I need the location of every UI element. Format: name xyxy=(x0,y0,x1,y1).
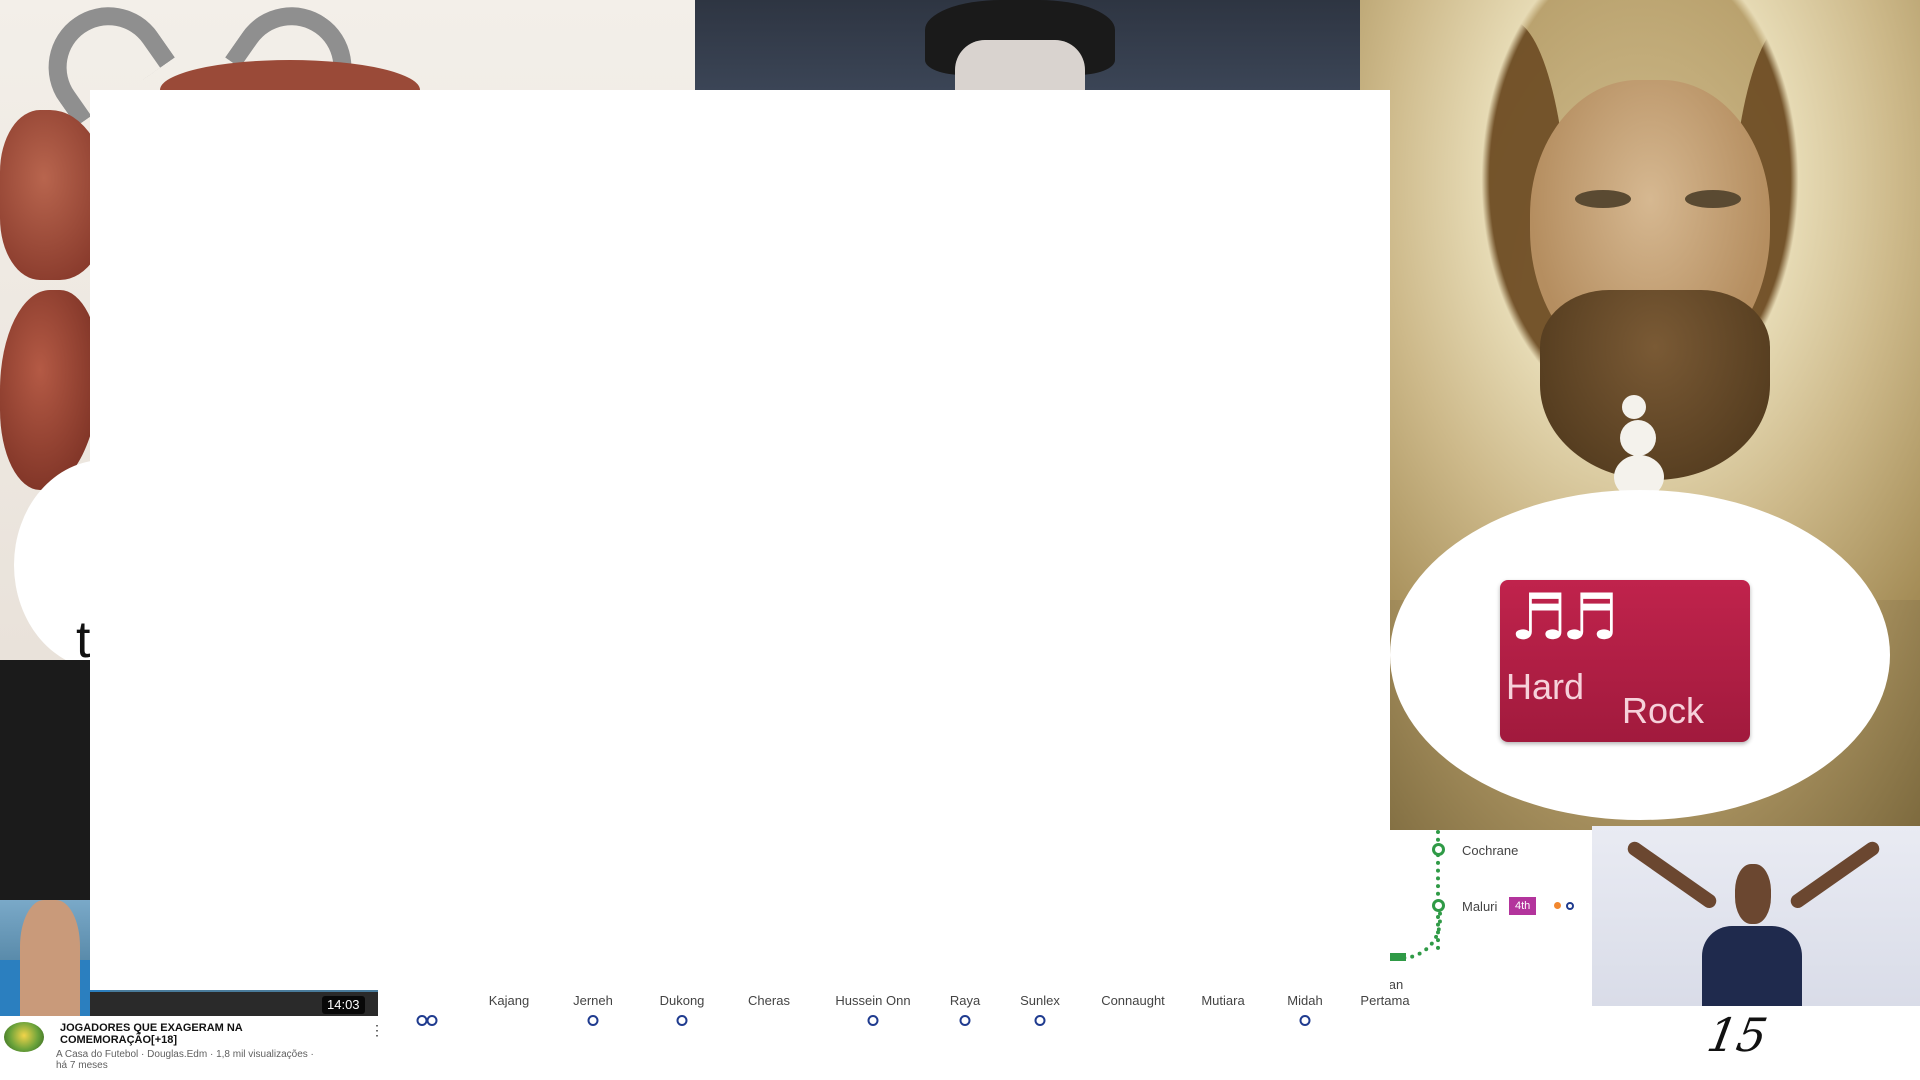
dark-image-strip xyxy=(0,660,90,900)
station-dot xyxy=(959,1015,971,1026)
station-dot-maluri xyxy=(1432,899,1445,912)
station-dot xyxy=(1299,1015,1311,1026)
video-duration-badge: 14:03 xyxy=(322,996,365,1014)
thought-bubble-dot xyxy=(1622,395,1646,419)
blank-white-panel xyxy=(90,90,1390,990)
station-dot xyxy=(867,1015,879,1026)
station-dot xyxy=(587,1015,599,1026)
music-notes-icon: ♬♬ xyxy=(1510,581,1619,655)
hard-rock-word-hard: Hard xyxy=(1506,666,1585,707)
arm-right xyxy=(1787,839,1883,911)
portrait-face xyxy=(955,40,1085,90)
hard-rock-word-rock: Rock xyxy=(1622,690,1705,731)
station-label: Sunlex xyxy=(1020,993,1060,1008)
video-title[interactable]: JOGADORES QUE EXAGERAM NA COMEMORAÇÃO[+1… xyxy=(60,1022,330,1046)
station-label-cochrane: Cochrane xyxy=(1462,843,1519,858)
interchange-dot-blue xyxy=(1566,902,1574,910)
interchange-badge: 4th xyxy=(1509,897,1537,915)
station-dot xyxy=(1034,1015,1046,1026)
eye-right xyxy=(1685,190,1741,208)
head xyxy=(1735,864,1771,924)
eye-left xyxy=(1575,190,1631,208)
bull-fur xyxy=(0,290,100,490)
station-label: Raya xyxy=(949,993,981,1008)
station-label: Mutiara xyxy=(1201,993,1245,1008)
footballer-image-tile xyxy=(1592,826,1920,1006)
station-label-partial: an xyxy=(1388,977,1404,992)
video-meta: A Casa do Futebol · Douglas.Edm · 1,8 mi… xyxy=(56,1049,314,1071)
portrait-image-tile xyxy=(695,0,1360,90)
player-figure xyxy=(20,900,80,1016)
station-dot xyxy=(676,1015,688,1026)
channel-avatar[interactable] xyxy=(4,1022,44,1052)
station-label: Dukong xyxy=(659,993,705,1008)
arm-left xyxy=(1624,839,1720,911)
station-label: Connaught xyxy=(1101,993,1165,1008)
station-label: Midah xyxy=(1287,993,1323,1008)
interchange-dot-orange xyxy=(1554,902,1561,909)
station-label: Hussein Onn xyxy=(835,993,911,1008)
station-label: Jerneh xyxy=(573,993,613,1008)
station-dot xyxy=(426,1015,438,1026)
speech-bubble-text: t xyxy=(76,611,91,660)
station-label: Cheras xyxy=(748,993,790,1008)
thought-bubble-dot xyxy=(1620,420,1656,456)
green-transit-line-end xyxy=(1390,953,1406,961)
jersey xyxy=(1702,926,1802,1006)
handwritten-number: 15 xyxy=(1703,1008,1772,1062)
station-label-maluri: Maluri xyxy=(1462,899,1498,914)
station-label: Kajang xyxy=(488,993,530,1008)
hard-rock-logo: ♬♬ Hard Rock xyxy=(1500,580,1750,742)
transit-station-row: Kajang Jerneh Dukong Cheras Hussein Onn … xyxy=(380,977,1420,1026)
beard xyxy=(1540,290,1770,480)
station-dot-cochrane xyxy=(1432,843,1445,856)
station-label: Pertama xyxy=(1360,993,1410,1008)
